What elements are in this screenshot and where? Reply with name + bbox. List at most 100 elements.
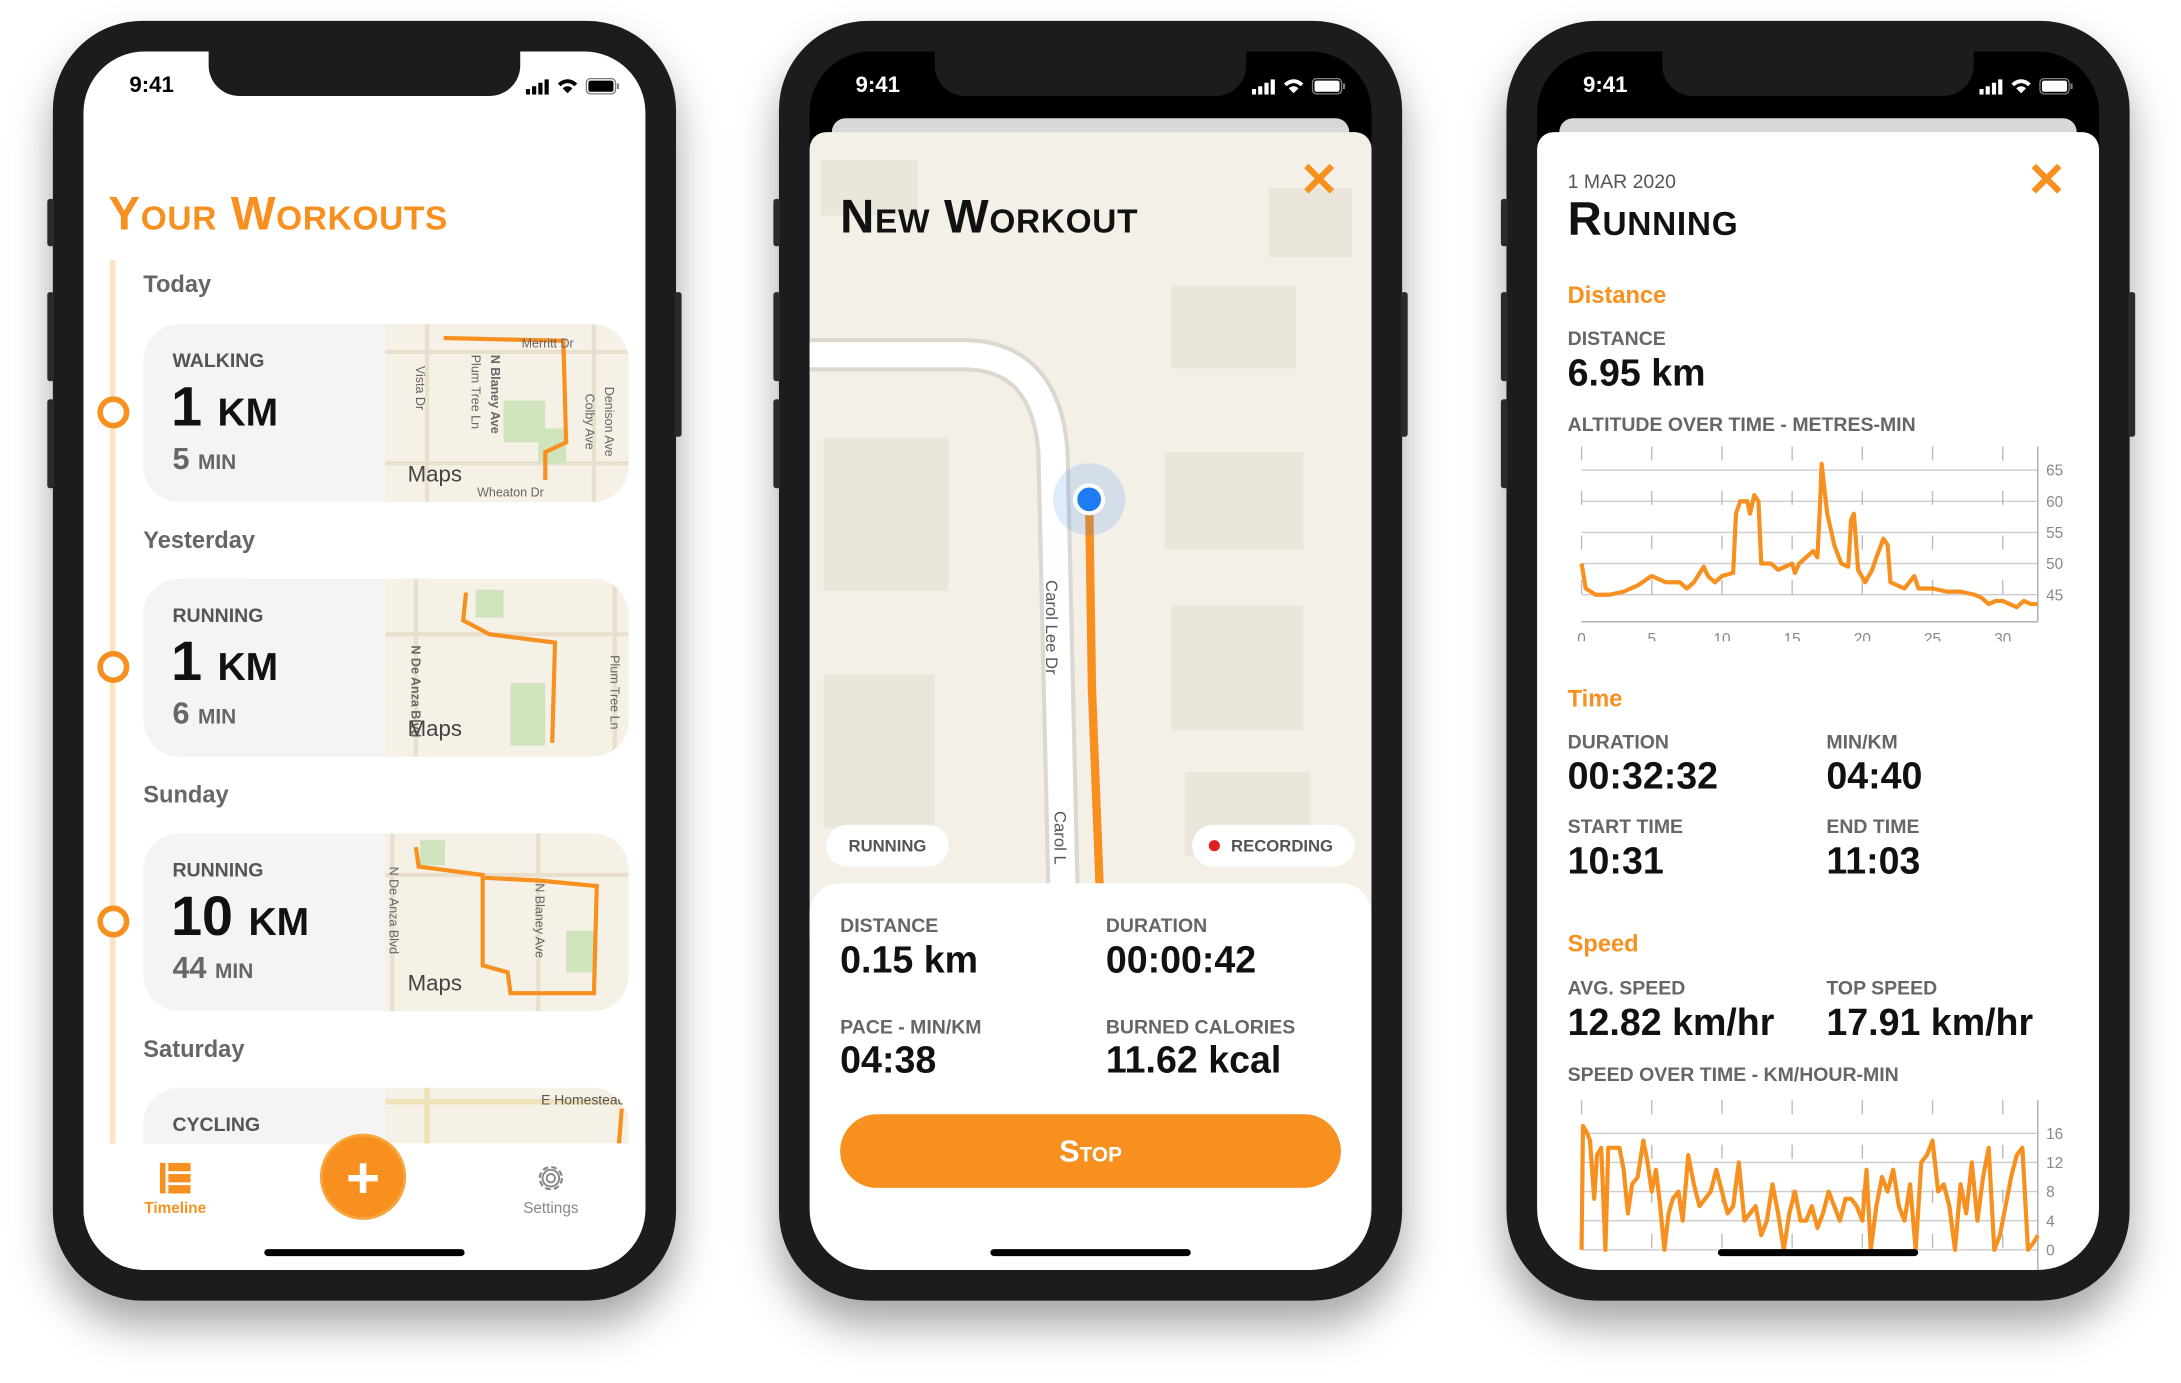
y-tick-label: 55 <box>2046 525 2063 542</box>
workout-type: CYCLING <box>172 1113 260 1135</box>
section-distance: Distance <box>1568 282 1667 310</box>
street-label: Colby Ave <box>583 394 597 450</box>
phone-workout-detail: 9:41 1 MAR 2020 Running ✕ Distance DISTA… <box>1506 21 2129 1301</box>
status-time: 9:41 <box>855 74 900 99</box>
street-label: Carol Lee Dr <box>1042 580 1061 675</box>
signal-icon <box>526 77 550 102</box>
home-indicator <box>990 1249 1190 1256</box>
add-workout-button[interactable]: + <box>320 1134 406 1220</box>
section-speed: Speed <box>1568 931 1639 959</box>
chart-title: SPEED OVER TIME - KM/HOUR-MIN <box>1568 1063 1899 1085</box>
street-label: Plum Tree Ln <box>469 355 483 429</box>
workout-card[interactable]: RUNNING 1 km 6 min N De Anza Blvd Plum T… <box>143 579 628 757</box>
series-line <box>1582 1126 2038 1250</box>
status-time: 9:41 <box>1583 74 1628 99</box>
y-tick-label: 16 <box>2046 1126 2063 1143</box>
stat-value: 00:00:42 <box>1106 939 1256 982</box>
close-icon[interactable]: ✕ <box>1299 157 1339 204</box>
status-time: 9:41 <box>129 74 174 99</box>
x-tick-label: 0 <box>1577 631 1586 641</box>
street-label: E Homestead <box>541 1091 625 1107</box>
page-title: New Workout <box>840 191 1138 245</box>
series-line <box>1582 464 2038 607</box>
battery-icon <box>1312 77 1347 102</box>
chart-title: ALTITUDE OVER TIME - METRES-MIN <box>1568 413 1916 435</box>
x-tick-label: 15 <box>1784 631 1801 641</box>
day-label: Today <box>143 271 211 299</box>
timeline-marker <box>97 396 129 428</box>
phone-new-workout: 9:41 Carol Lee Dr Carol L New Workout ✕ … <box>779 21 1402 1301</box>
day-label: Sunday <box>143 782 228 810</box>
stats-panel: DISTANCE 0.15 km DURATION 00:00:42 PACE … <box>810 883 1372 1270</box>
workout-duration: 5 min <box>172 441 236 477</box>
street-label: Carol L <box>1050 811 1069 865</box>
tab-label: Settings <box>512 1200 590 1217</box>
stat-value: 04:40 <box>1826 755 1922 798</box>
stat-label: DISTANCE <box>840 914 938 936</box>
route-map: N De Anza Blvd N Blaney Ave Maps <box>385 833 628 1011</box>
timeline-marker <box>97 906 129 938</box>
stat-value: 00:32:32 <box>1568 755 1718 798</box>
maps-attribution: Maps <box>408 463 462 488</box>
stat-value: 11:03 <box>1826 840 1920 883</box>
street-label: N Blaney Ave <box>533 883 547 958</box>
maps-attribution: Maps <box>408 718 462 743</box>
wifi-icon <box>2010 77 2032 102</box>
home-indicator <box>264 1249 464 1256</box>
y-tick-label: 45 <box>2046 587 2063 604</box>
workout-type: RUNNING <box>172 858 263 880</box>
page-title: Running <box>1568 193 1739 247</box>
maps-attribution: Maps <box>408 972 462 997</box>
stat-label: END TIME <box>1826 815 1919 837</box>
y-tick-label: 12 <box>2046 1155 2063 1172</box>
recording-pill: RECORDING <box>1192 825 1355 867</box>
stat-value: 12.82 km/hr <box>1568 1002 1775 1045</box>
y-tick-label: 4 <box>2046 1213 2055 1230</box>
street-label: Vista Dr <box>413 366 427 410</box>
stat-value: 11.62 kcal <box>1106 1039 1281 1082</box>
stat-label: START TIME <box>1568 815 1683 837</box>
live-map[interactable]: Carol Lee Dr Carol L <box>810 132 1372 939</box>
signal-icon <box>1252 77 1276 102</box>
recording-dot-icon <box>1209 840 1220 851</box>
tab-timeline[interactable]: Timeline <box>139 1160 211 1217</box>
stat-value: 6.95 km <box>1568 352 1706 395</box>
stat-value: 04:38 <box>840 1039 936 1082</box>
street-label: Wheaton Dr <box>477 486 544 500</box>
day-label: Yesterday <box>143 527 255 555</box>
stat-value: 17.91 km/hr <box>1826 1002 2033 1045</box>
activity-pill: RUNNING <box>826 825 948 867</box>
gear-icon <box>533 1160 569 1196</box>
tab-settings[interactable]: Settings <box>512 1160 590 1217</box>
workout-date: 1 MAR 2020 <box>1568 170 1676 192</box>
new-workout-screen: 9:41 Carol Lee Dr Carol L New Workout ✕ … <box>810 51 1372 1270</box>
live-map-drawing: Carol Lee Dr Carol L <box>810 132 1372 939</box>
wifi-icon <box>556 77 578 102</box>
speed-chart: 0481216051015202530 <box>1565 1097 2094 1269</box>
wifi-icon <box>1283 77 1305 102</box>
stat-label: TOP SPEED <box>1826 976 1937 998</box>
y-tick-label: 50 <box>2046 556 2063 573</box>
workout-duration: 44 min <box>172 950 253 986</box>
workout-card[interactable]: RUNNING 10 km 44 min N De Anza Blvd N Bl… <box>143 833 628 1011</box>
timeline-icon <box>157 1160 193 1196</box>
phone-timeline: 9:41 Your Workouts Today WALKING 1 km 5 … <box>53 21 676 1301</box>
street-label: N De Anza Blvd <box>386 867 400 955</box>
workout-distance: 1 km <box>171 632 278 695</box>
stat-value: 10:31 <box>1568 840 1664 883</box>
workout-card[interactable]: WALKING 1 km 5 min Merritt Dr Vista Dr N… <box>143 324 628 502</box>
route-map: Merritt Dr Vista Dr N Blaney Ave Plum Tr… <box>385 324 628 502</box>
timeline-line <box>110 260 116 1150</box>
battery-icon <box>586 77 621 102</box>
y-tick-label: 0 <box>2046 1242 2055 1259</box>
workout-distance: 1 km <box>171 377 278 440</box>
stat-label: DURATION <box>1106 914 1207 936</box>
altitude-chart: 4550556065051015202530 <box>1565 447 2094 642</box>
street-label: N Blaney Ave <box>488 355 502 434</box>
close-icon[interactable]: ✕ <box>2027 157 2067 204</box>
workout-type: RUNNING <box>172 604 263 626</box>
route-map: N De Anza Blvd Plum Tree Ln Maps <box>385 579 628 757</box>
street-label: Merritt Dr <box>522 337 574 351</box>
x-tick-label: 5 <box>1648 631 1657 641</box>
stop-button[interactable]: Stop <box>840 1114 1341 1188</box>
